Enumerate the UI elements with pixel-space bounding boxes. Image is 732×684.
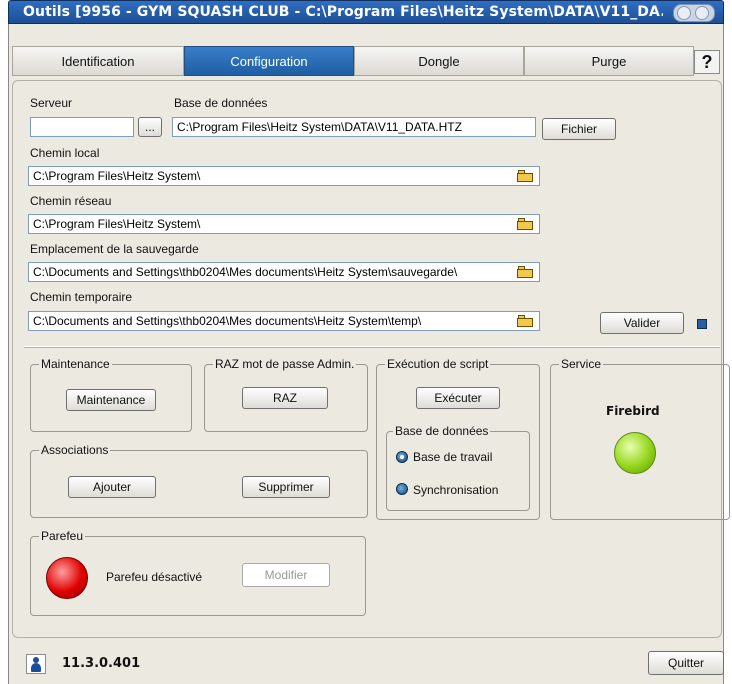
chemin-reseau-input[interactable]: C:\Program Files\Heitz System\ [28, 214, 540, 234]
divider [24, 346, 720, 348]
db-label: Base de données [174, 96, 268, 110]
help-button[interactable]: ? [694, 50, 720, 74]
service-title: Service [559, 357, 604, 371]
sauvegarde-label: Emplacement de la sauvegarde [30, 242, 199, 256]
associations-title: Associations [39, 443, 111, 457]
raz-button[interactable]: RAZ [242, 387, 328, 409]
maintenance-title: Maintenance [39, 357, 112, 371]
temp-input[interactable]: C:\Documents and Settings\thb0204\Mes do… [28, 311, 540, 331]
script-title: Exécution de script [385, 357, 491, 371]
valider-button[interactable]: Valider [600, 312, 684, 334]
service-status-light [614, 432, 656, 474]
parefeu-title: Parefeu [39, 529, 86, 543]
temp-label: Chemin temporaire [30, 290, 133, 304]
tab-purge[interactable]: Purge [524, 46, 694, 76]
title-bar: Outils [9956 - GYM SQUASH CLUB - C:\Prog… [8, 0, 724, 24]
folder-icon[interactable] [517, 266, 533, 278]
db-input[interactable]: C:\Program Files\Heitz System\DATA\V11_D… [172, 117, 536, 137]
script-db-title: Base de données [393, 424, 491, 438]
fichier-button[interactable]: Fichier [542, 118, 616, 140]
minimize-icon[interactable] [677, 6, 691, 20]
serveur-label: Serveur [30, 96, 73, 110]
tab-identification[interactable]: Identification [12, 46, 184, 76]
supprimer-button[interactable]: Supprimer [242, 476, 330, 498]
folder-icon[interactable] [517, 170, 533, 182]
parefeu-status: Parefeu désactivé [106, 570, 203, 584]
radio-synchronisation[interactable] [396, 483, 408, 495]
folder-icon[interactable] [517, 315, 533, 327]
raz-title: RAZ mot de passe Admin. [213, 357, 357, 371]
service-name: Firebird [606, 404, 660, 418]
version-label: 11.3.0.401 [62, 656, 141, 671]
quitter-button[interactable]: Quitter [648, 651, 724, 675]
serveur-input[interactable] [30, 117, 134, 137]
status-indicator [697, 319, 707, 329]
user-icon[interactable] [26, 654, 46, 674]
synchronisation-label[interactable]: Synchronisation [413, 483, 498, 497]
modifier-button[interactable]: Modifier [242, 563, 330, 587]
chemin-reseau-label: Chemin réseau [30, 194, 112, 208]
radio-base-travail[interactable] [396, 451, 408, 463]
chemin-local-label: Chemin local [30, 146, 100, 160]
tab-configuration[interactable]: Configuration [184, 46, 354, 76]
executer-button[interactable]: Exécuter [416, 387, 500, 409]
tab-bar: Identification Configuration Dongle Purg… [12, 46, 722, 76]
maximize-icon[interactable] [695, 6, 709, 20]
base-travail-label[interactable]: Base de travail [413, 450, 492, 464]
tab-dongle[interactable]: Dongle [354, 46, 524, 76]
script-db-group: Base de données [386, 424, 530, 511]
sauvegarde-input[interactable]: C:\Documents and Settings\thb0204\Mes do… [28, 262, 540, 282]
serveur-browse-button[interactable]: ... [138, 117, 162, 137]
parefeu-status-light [46, 557, 88, 599]
chemin-local-input[interactable]: C:\Program Files\Heitz System\ [28, 166, 540, 186]
window-title: Outils [9956 - GYM SQUASH CLUB - C:\Prog… [23, 4, 663, 20]
window-controls [673, 4, 715, 22]
maintenance-button[interactable]: Maintenance [66, 389, 156, 411]
folder-icon[interactable] [517, 218, 533, 230]
ajouter-button[interactable]: Ajouter [68, 476, 156, 498]
